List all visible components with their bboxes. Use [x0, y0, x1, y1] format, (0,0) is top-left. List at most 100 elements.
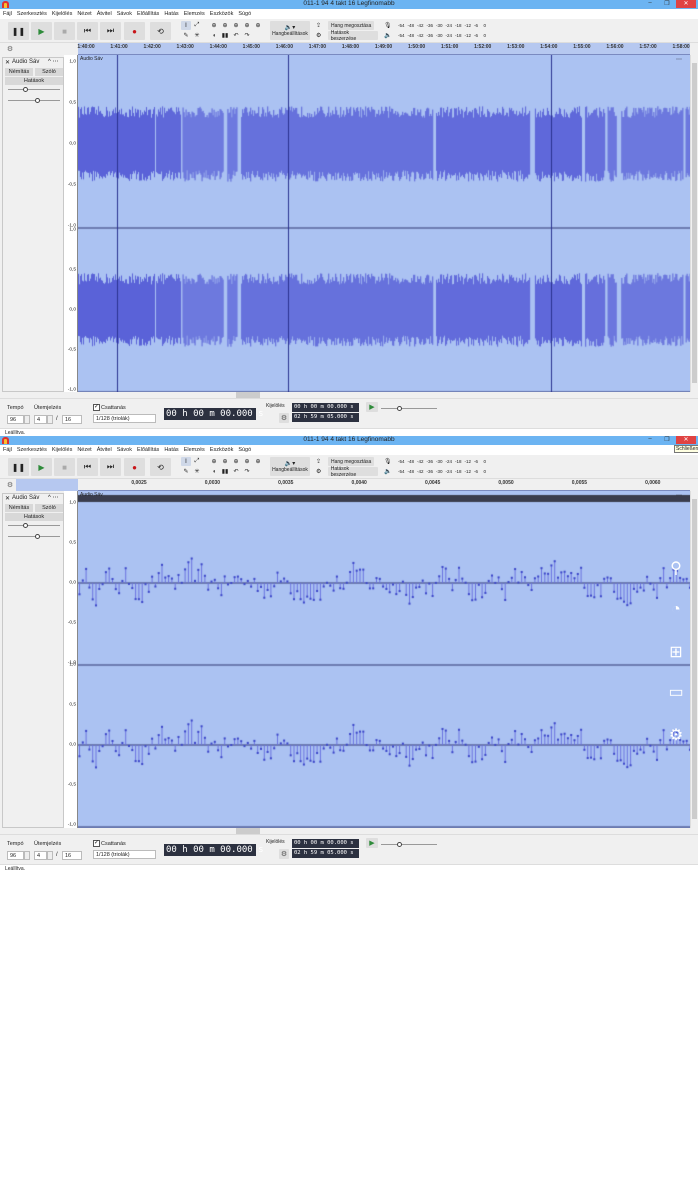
- clip-menu-icon[interactable]: ⋯: [676, 56, 682, 63]
- zoom-toggle-icon[interactable]: ⊕: [253, 457, 263, 466]
- skip-start-button[interactable]: ⏮: [77, 458, 98, 476]
- solo-button[interactable]: Szóló: [35, 68, 63, 76]
- windows-start-icon[interactable]: ⊞: [666, 642, 686, 662]
- pan-slider[interactable]: [8, 534, 60, 539]
- tempo-field[interactable]: 96: [7, 851, 24, 860]
- timeline-ruler[interactable]: 1:40:00 1:41:00 1:42:00 1:43:00 1:44:00 1:45:…: [77, 43, 690, 55]
- track-collapse-icon[interactable]: ^ ⋯: [48, 494, 58, 501]
- redo-icon[interactable]: ↷: [242, 467, 252, 476]
- menu-3[interactable]: Nézet: [77, 11, 91, 17]
- track-close-icon[interactable]: ✕: [5, 495, 10, 502]
- minimize-button[interactable]: –: [643, 436, 657, 444]
- trim-icon[interactable]: ◖: [209, 467, 219, 476]
- timeline-settings-gear-icon[interactable]: ⚙: [4, 480, 16, 490]
- time-sig-spinner[interactable]: [47, 851, 53, 860]
- tempo-spinner[interactable]: [24, 415, 30, 424]
- pan-slider[interactable]: [8, 98, 60, 103]
- tempo-field[interactable]: 96: [7, 415, 24, 424]
- skip-end-button[interactable]: ⏭: [100, 22, 121, 40]
- menu-7[interactable]: Hatás: [164, 447, 178, 453]
- undo-icon[interactable]: ↶: [231, 31, 241, 40]
- record-button[interactable]: ●: [124, 458, 145, 476]
- track-close-icon[interactable]: ✕: [5, 59, 10, 66]
- stop-button[interactable]: ■: [54, 22, 75, 40]
- close-button[interactable]: ✕: [676, 436, 696, 444]
- time-sig-denominator[interactable]: 16: [62, 851, 82, 860]
- track-name[interactable]: Audio Sáv: [12, 495, 39, 501]
- scrollbar-thumb[interactable]: [692, 499, 697, 819]
- snap-checkbox[interactable]: ✓: [93, 840, 100, 847]
- pause-button[interactable]: ❚❚: [8, 22, 29, 40]
- menu-1[interactable]: Szerkesztés: [17, 11, 47, 17]
- menu-1[interactable]: Szerkesztés: [17, 447, 47, 453]
- waveform[interactable]: [78, 491, 690, 828]
- timeline-ruler[interactable]: 0,0025 0,0030 0,0035 0,0040 0,0045 0,0050 0,00…: [78, 479, 690, 491]
- selection-end[interactable]: 02 h 59 m 05.000 s: [292, 849, 359, 858]
- devices-icon[interactable]: ▭: [666, 682, 686, 702]
- zoom-selection-icon[interactable]: ⊕: [231, 457, 241, 466]
- trim-icon[interactable]: ◖: [209, 31, 219, 40]
- loop-button[interactable]: ⟲: [150, 22, 171, 40]
- menu-0[interactable]: Fájl: [3, 11, 12, 17]
- slider-thumb[interactable]: [397, 406, 402, 411]
- slider-thumb[interactable]: [35, 534, 40, 539]
- menu-8[interactable]: Elemzés: [184, 11, 205, 17]
- timeline-settings-gear-icon[interactable]: ⚙: [4, 44, 16, 54]
- effects-button[interactable]: Hatások: [5, 513, 63, 521]
- selection-settings-gear-icon[interactable]: ⚙: [279, 849, 289, 859]
- snap-select[interactable]: 1/128 (triolák): [93, 414, 156, 423]
- menu-9[interactable]: Eszközök: [210, 447, 234, 453]
- playback-meter[interactable]: 🔈 -54 -48 -42 -36 -30 -24 -18 -12 -6 0: [384, 31, 496, 40]
- menu-3[interactable]: Nézet: [77, 447, 91, 453]
- time-sig-numerator[interactable]: 4: [34, 415, 47, 424]
- multi-tool-icon[interactable]: ✳: [192, 467, 202, 476]
- vertical-scrollbar[interactable]: [690, 491, 698, 828]
- play-button[interactable]: ▶: [31, 22, 52, 40]
- slider-thumb[interactable]: [397, 842, 402, 847]
- mute-button[interactable]: Némítás: [5, 504, 33, 512]
- mute-button[interactable]: Némítás: [5, 68, 33, 76]
- time-sig-spinner[interactable]: [47, 415, 53, 424]
- zoom-in-icon[interactable]: ⊕: [209, 457, 219, 466]
- menu-10[interactable]: Súgó: [238, 11, 251, 17]
- clip-name[interactable]: Audio Sáv: [80, 56, 103, 62]
- record-button[interactable]: ●: [124, 22, 145, 40]
- time-sig-numerator[interactable]: 4: [34, 851, 47, 860]
- zoom-fit-icon[interactable]: ⊕: [242, 21, 252, 30]
- share-icon[interactable]: ◔: [666, 601, 686, 619]
- menu-10[interactable]: Súgó: [238, 447, 251, 453]
- get-effects-button[interactable]: ⚙ Hatások beszerzése: [316, 30, 378, 42]
- slider-thumb[interactable]: [23, 523, 28, 528]
- menu-2[interactable]: Kijelölés: [52, 11, 72, 17]
- gain-slider[interactable]: [8, 87, 60, 92]
- envelope-tool-icon[interactable]: ⤢: [192, 457, 202, 466]
- slider-thumb[interactable]: [35, 98, 40, 103]
- zoom-out-icon[interactable]: ⊕: [220, 21, 230, 30]
- zoom-toggle-icon[interactable]: ⊕: [253, 21, 263, 30]
- tempo-spinner[interactable]: [24, 851, 30, 860]
- play-at-speed-button[interactable]: ▶: [366, 402, 378, 412]
- menu-5[interactable]: Sávok: [117, 447, 132, 453]
- menu-0[interactable]: Fájl: [3, 447, 12, 453]
- draw-tool-icon[interactable]: ✎: [181, 467, 191, 476]
- pause-button[interactable]: ❚❚: [8, 458, 29, 476]
- menu-4[interactable]: Átvitel: [97, 11, 112, 17]
- playback-meter[interactable]: 🔈 -54 -48 -42 -36 -30 -24 -18 -12 -6 0: [384, 467, 496, 476]
- slider-thumb[interactable]: [23, 87, 28, 92]
- record-meter[interactable]: 🎙 -54 -48 -42 -36 -30 -24 -18 -12 -6 0: [384, 21, 496, 30]
- get-effects-button[interactable]: ⚙ Hatások beszerzése: [316, 466, 378, 478]
- envelope-tool-icon[interactable]: ⤢: [192, 21, 202, 30]
- audio-settings-button[interactable]: 🔈▾ Hangbeállítások: [270, 21, 310, 40]
- redo-icon[interactable]: ↷: [242, 31, 252, 40]
- selection-settings-gear-icon[interactable]: ⚙: [279, 413, 289, 423]
- playback-speed-slider[interactable]: [381, 842, 437, 847]
- menu-5[interactable]: Sávok: [117, 11, 132, 17]
- playback-speed-slider[interactable]: [381, 406, 437, 411]
- selection-end[interactable]: 02 h 59 m 05.000 s: [292, 413, 359, 422]
- zoom-in-icon[interactable]: ⊕: [209, 21, 219, 30]
- zoom-fit-icon[interactable]: ⊕: [242, 457, 252, 466]
- skip-end-button[interactable]: ⏭: [100, 458, 121, 476]
- audio-settings-button[interactable]: 🔈▾ Hangbeállítások: [270, 457, 310, 476]
- menu-6[interactable]: Előállítás: [137, 447, 159, 453]
- selection-start[interactable]: 00 h 00 m 00.000 s: [292, 403, 359, 412]
